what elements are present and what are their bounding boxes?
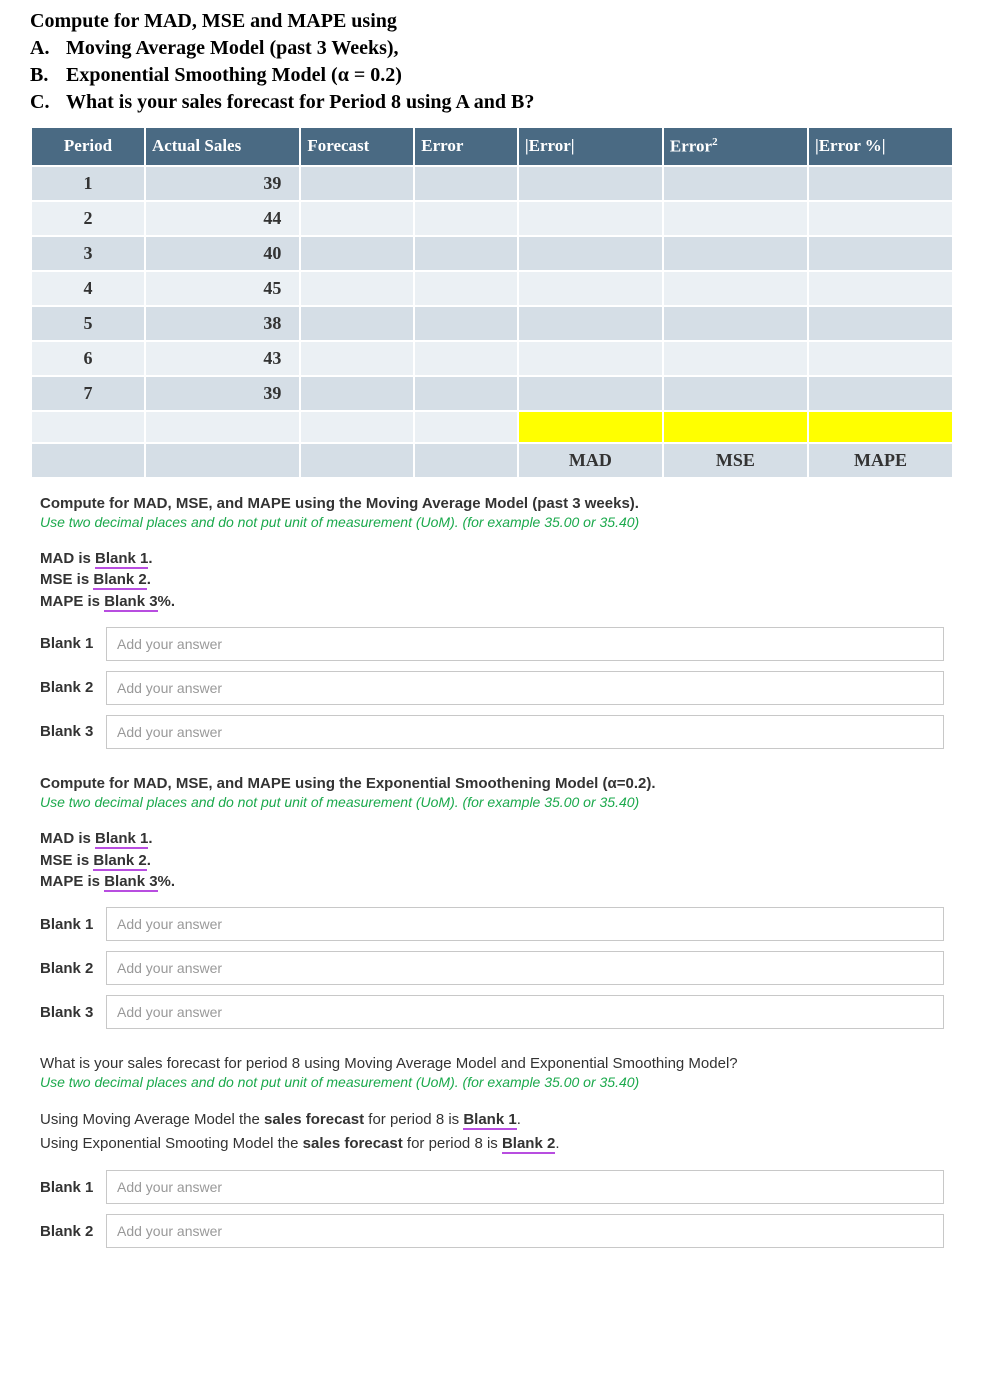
blank-link: Blank 1 bbox=[95, 830, 148, 849]
th-error: Error bbox=[414, 127, 518, 166]
blank-link: Blank 2 bbox=[93, 852, 146, 871]
table-row: 538 bbox=[31, 306, 953, 341]
q1-statements: MAD is Blank 1. MSE is Blank 2. MAPE is … bbox=[40, 548, 944, 613]
answer-row: Blank 2 bbox=[40, 671, 944, 705]
answer-row: Blank 3 bbox=[40, 715, 944, 749]
answer-row: Blank 1 bbox=[40, 907, 944, 941]
q3-blank-1-input[interactable] bbox=[106, 1170, 944, 1204]
blank-3-label: Blank 3 bbox=[40, 1004, 98, 1021]
header-item-a: A.Moving Average Model (past 3 Weeks), bbox=[30, 35, 954, 62]
table-row: 739 bbox=[31, 376, 953, 411]
data-table-wrap: Period Actual Sales Forecast Error |Erro… bbox=[0, 126, 984, 479]
footer-mad: MAD bbox=[518, 443, 663, 478]
footer-mse: MSE bbox=[663, 443, 808, 478]
q2-mape-statement: MAPE is Blank 3%. bbox=[40, 871, 944, 893]
question-1: Compute for MAD, MSE, and MAPE using the… bbox=[0, 479, 984, 749]
q1-blank-3-input[interactable] bbox=[106, 715, 944, 749]
header-title: Compute for MAD, MSE and MAPE using bbox=[30, 10, 954, 33]
blank-link: Blank 1 bbox=[463, 1111, 516, 1130]
q3-blank-2-input[interactable] bbox=[106, 1214, 944, 1248]
blank-1-label: Blank 1 bbox=[40, 635, 98, 652]
table-row: 340 bbox=[31, 236, 953, 271]
q2-blank-3-input[interactable] bbox=[106, 995, 944, 1029]
header-list: A.Moving Average Model (past 3 Weeks), B… bbox=[30, 35, 954, 116]
footer-mape: MAPE bbox=[808, 443, 953, 478]
answer-row: Blank 2 bbox=[40, 951, 944, 985]
q1-blank-1-input[interactable] bbox=[106, 627, 944, 661]
table-header-row: Period Actual Sales Forecast Error |Erro… bbox=[31, 127, 953, 166]
q3-statements: Using Moving Average Model the sales for… bbox=[40, 1108, 944, 1156]
q2-blank-2-input[interactable] bbox=[106, 951, 944, 985]
table-row: 139 bbox=[31, 166, 953, 201]
blank-link: Blank 3 bbox=[104, 593, 157, 612]
blank-link: Blank 3 bbox=[104, 873, 157, 892]
blank-link: Blank 2 bbox=[93, 571, 146, 590]
q3-es-statement: Using Exponential Smooting Model the sal… bbox=[40, 1132, 944, 1156]
q3-subheading: Use two decimal places and do not put un… bbox=[40, 1074, 944, 1090]
blank-2-label: Blank 2 bbox=[40, 679, 98, 696]
question-header: Compute for MAD, MSE and MAPE using A.Mo… bbox=[0, 10, 984, 126]
blank-1-label: Blank 1 bbox=[40, 916, 98, 933]
table-footer-row: MADMSEMAPE bbox=[31, 443, 953, 478]
th-abserror: |Error| bbox=[518, 127, 663, 166]
th-forecast: Forecast bbox=[300, 127, 414, 166]
answer-row: Blank 1 bbox=[40, 627, 944, 661]
blank-link: Blank 1 bbox=[95, 550, 148, 569]
th-errpct: |Error %| bbox=[808, 127, 953, 166]
table-row: 445 bbox=[31, 271, 953, 306]
header-item-b: B.Exponential Smoothing Model (α = 0.2) bbox=[30, 62, 954, 89]
q2-subheading: Use two decimal places and do not put un… bbox=[40, 794, 944, 810]
th-errsq: Error2 bbox=[663, 127, 808, 166]
table-row: 643 bbox=[31, 341, 953, 376]
yellow-cell bbox=[518, 411, 663, 443]
blank-2-label: Blank 2 bbox=[40, 960, 98, 977]
th-actual: Actual Sales bbox=[145, 127, 300, 166]
q1-mse-statement: MSE is Blank 2. bbox=[40, 569, 944, 591]
header-item-c: C.What is your sales forecast for Period… bbox=[30, 89, 954, 116]
answer-row: Blank 3 bbox=[40, 995, 944, 1029]
q1-mad-statement: MAD is Blank 1. bbox=[40, 548, 944, 570]
yellow-cell bbox=[808, 411, 953, 443]
q3-heading: What is your sales forecast for period 8… bbox=[40, 1055, 944, 1072]
q2-mse-statement: MSE is Blank 2. bbox=[40, 850, 944, 872]
q2-statements: MAD is Blank 1. MSE is Blank 2. MAPE is … bbox=[40, 828, 944, 893]
q1-heading: Compute for MAD, MSE, and MAPE using the… bbox=[40, 495, 944, 512]
blank-link: Blank 2 bbox=[502, 1135, 555, 1154]
answer-row: Blank 1 bbox=[40, 1170, 944, 1204]
q2-heading: Compute for MAD, MSE, and MAPE using the… bbox=[40, 775, 944, 792]
q1-subheading: Use two decimal places and do not put un… bbox=[40, 514, 944, 530]
blank-3-label: Blank 3 bbox=[40, 723, 98, 740]
yellow-cell bbox=[663, 411, 808, 443]
q1-blank-2-input[interactable] bbox=[106, 671, 944, 705]
th-period: Period bbox=[31, 127, 145, 166]
blank-1-label: Blank 1 bbox=[40, 1179, 98, 1196]
question-2: Compute for MAD, MSE, and MAPE using the… bbox=[0, 759, 984, 1029]
blank-2-label: Blank 2 bbox=[40, 1223, 98, 1240]
q1-mape-statement: MAPE is Blank 3%. bbox=[40, 591, 944, 613]
data-table: Period Actual Sales Forecast Error |Erro… bbox=[30, 126, 954, 479]
question-3: What is your sales forecast for period 8… bbox=[0, 1039, 984, 1248]
table-row-blank bbox=[31, 411, 953, 443]
table-row: 244 bbox=[31, 201, 953, 236]
q2-mad-statement: MAD is Blank 1. bbox=[40, 828, 944, 850]
q2-blank-1-input[interactable] bbox=[106, 907, 944, 941]
q3-ma-statement: Using Moving Average Model the sales for… bbox=[40, 1108, 944, 1132]
answer-row: Blank 2 bbox=[40, 1214, 944, 1248]
